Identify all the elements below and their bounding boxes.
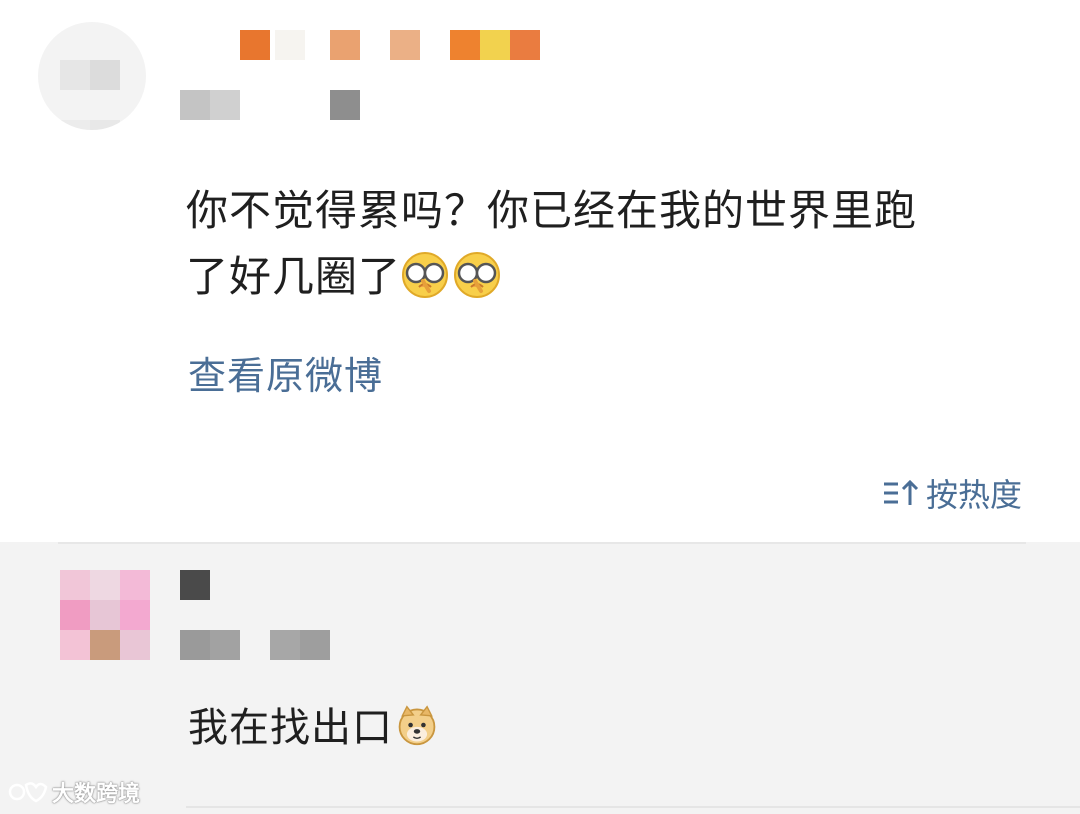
watermark-logo-icon [8,782,48,803]
sort-by-popularity-button[interactable]: 按热度 [882,470,1022,516]
post-text-line2: 了好几圈了 [186,252,402,301]
comment-section [0,542,1080,814]
avatar[interactable] [38,22,146,130]
watermark: 大数跨境 [8,776,140,808]
comment-text: 我在找出口 [188,695,443,753]
watermark-text: 大数跨境 [52,782,141,807]
divider [58,542,1026,544]
view-original-link[interactable]: 查看原微博 [188,345,383,400]
comment-text-content: 我在找出口 [188,705,393,751]
bottom-divider [186,806,1080,808]
sort-label: 按热度 [925,476,1022,514]
doge-emoji-icon [398,705,436,746]
original-post: 你不觉得累吗？你已经在我的世界里跑 了好几圈了 查看原微博 按热度 [0,0,1080,542]
post-text-line1: 你不觉得累吗？你已经在我的世界里跑 [186,186,918,235]
glasses-emoji-icon [402,252,449,298]
glasses-emoji-icon [454,252,501,298]
post-text: 你不觉得累吗？你已经在我的世界里跑 了好几圈了 [186,178,1026,310]
sort-icon [883,479,919,505]
